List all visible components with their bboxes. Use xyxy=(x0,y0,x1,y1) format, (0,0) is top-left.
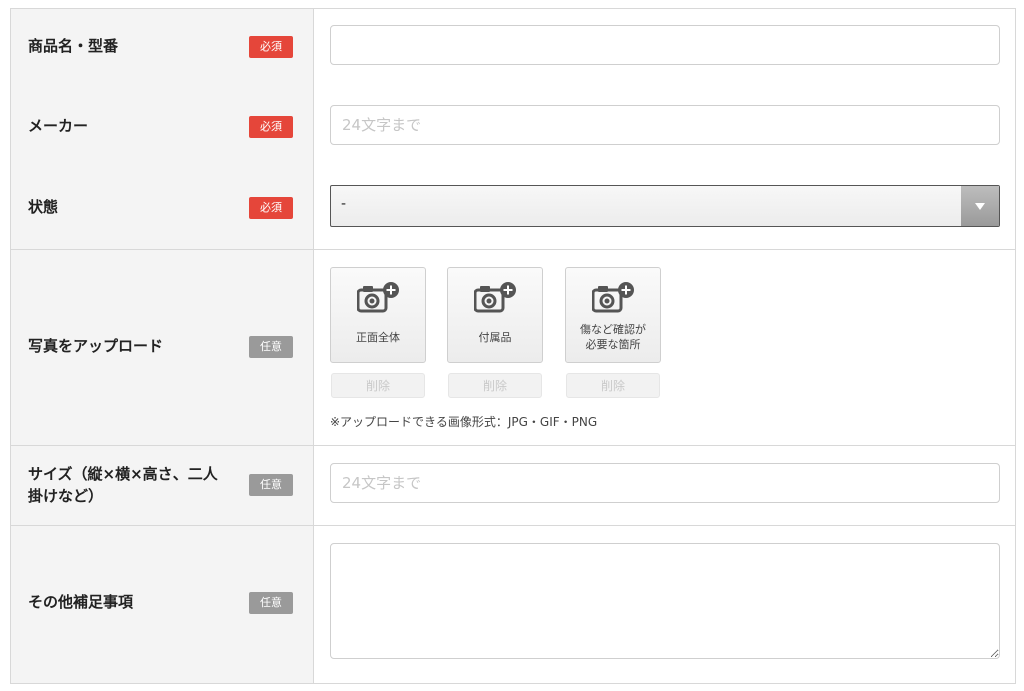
notes-textarea[interactable] xyxy=(330,543,1000,659)
optional-badge: 任意 xyxy=(249,592,293,614)
divider xyxy=(11,525,1015,526)
optional-badge: 任意 xyxy=(249,474,293,496)
caption-line: 必要な箇所 xyxy=(585,338,641,351)
required-badge: 必須 xyxy=(249,36,293,58)
required-badge: 必須 xyxy=(249,197,293,219)
optional-badge: 任意 xyxy=(249,336,293,358)
required-badge: 必須 xyxy=(249,116,293,138)
size-input[interactable] xyxy=(330,463,1000,503)
photo-slot-accessories[interactable]: 付属品 xyxy=(447,267,543,363)
photo-slot-caption: 傷など確認が 必要な箇所 xyxy=(566,322,660,352)
photo-slot-caption: 正面全体 xyxy=(356,331,400,344)
divider xyxy=(11,249,1015,250)
condition-select[interactable]: - xyxy=(330,185,1000,227)
size-label: サイズ（縦×横×高さ、二人 掛けなど） xyxy=(28,463,248,507)
maker-input[interactable] xyxy=(330,105,1000,145)
caption-line: 傷など確認が xyxy=(580,323,646,336)
size-label-line: 掛けなど） xyxy=(28,487,104,505)
product-name-input[interactable] xyxy=(330,25,1000,65)
divider xyxy=(11,445,1015,446)
size-label-line: サイズ（縦×横×高さ、二人 xyxy=(28,465,218,483)
notes-label: その他補足事項 xyxy=(28,593,134,611)
triangle-down-icon[interactable] xyxy=(961,186,999,226)
delete-photo-button[interactable]: 削除 xyxy=(331,373,425,398)
photo-slot-front[interactable]: 正面全体 xyxy=(330,267,426,363)
upload-format-note: ※アップロードできる画像形式：JPG・GIF・PNG xyxy=(330,415,598,429)
delete-photo-button[interactable]: 削除 xyxy=(566,373,660,398)
photo-slot-caption: 付属品 xyxy=(478,331,512,344)
upload-label: 写真をアップロード xyxy=(28,337,164,355)
inquiry-form: 商品名・型番 必須 メーカー 必須 状態 必須 - 写真をアップロード 任意 正… xyxy=(10,8,1016,684)
product-name-label: 商品名・型番 xyxy=(28,37,119,55)
condition-selected-value: - xyxy=(341,196,347,212)
delete-photo-button[interactable]: 削除 xyxy=(448,373,542,398)
camera-plus-icon xyxy=(592,282,634,313)
photo-slot-damage[interactable]: 傷など確認が 必要な箇所 xyxy=(565,267,661,363)
camera-plus-icon xyxy=(474,282,516,313)
camera-plus-icon xyxy=(357,282,399,313)
maker-label: メーカー xyxy=(28,117,89,135)
condition-label: 状態 xyxy=(28,198,59,216)
